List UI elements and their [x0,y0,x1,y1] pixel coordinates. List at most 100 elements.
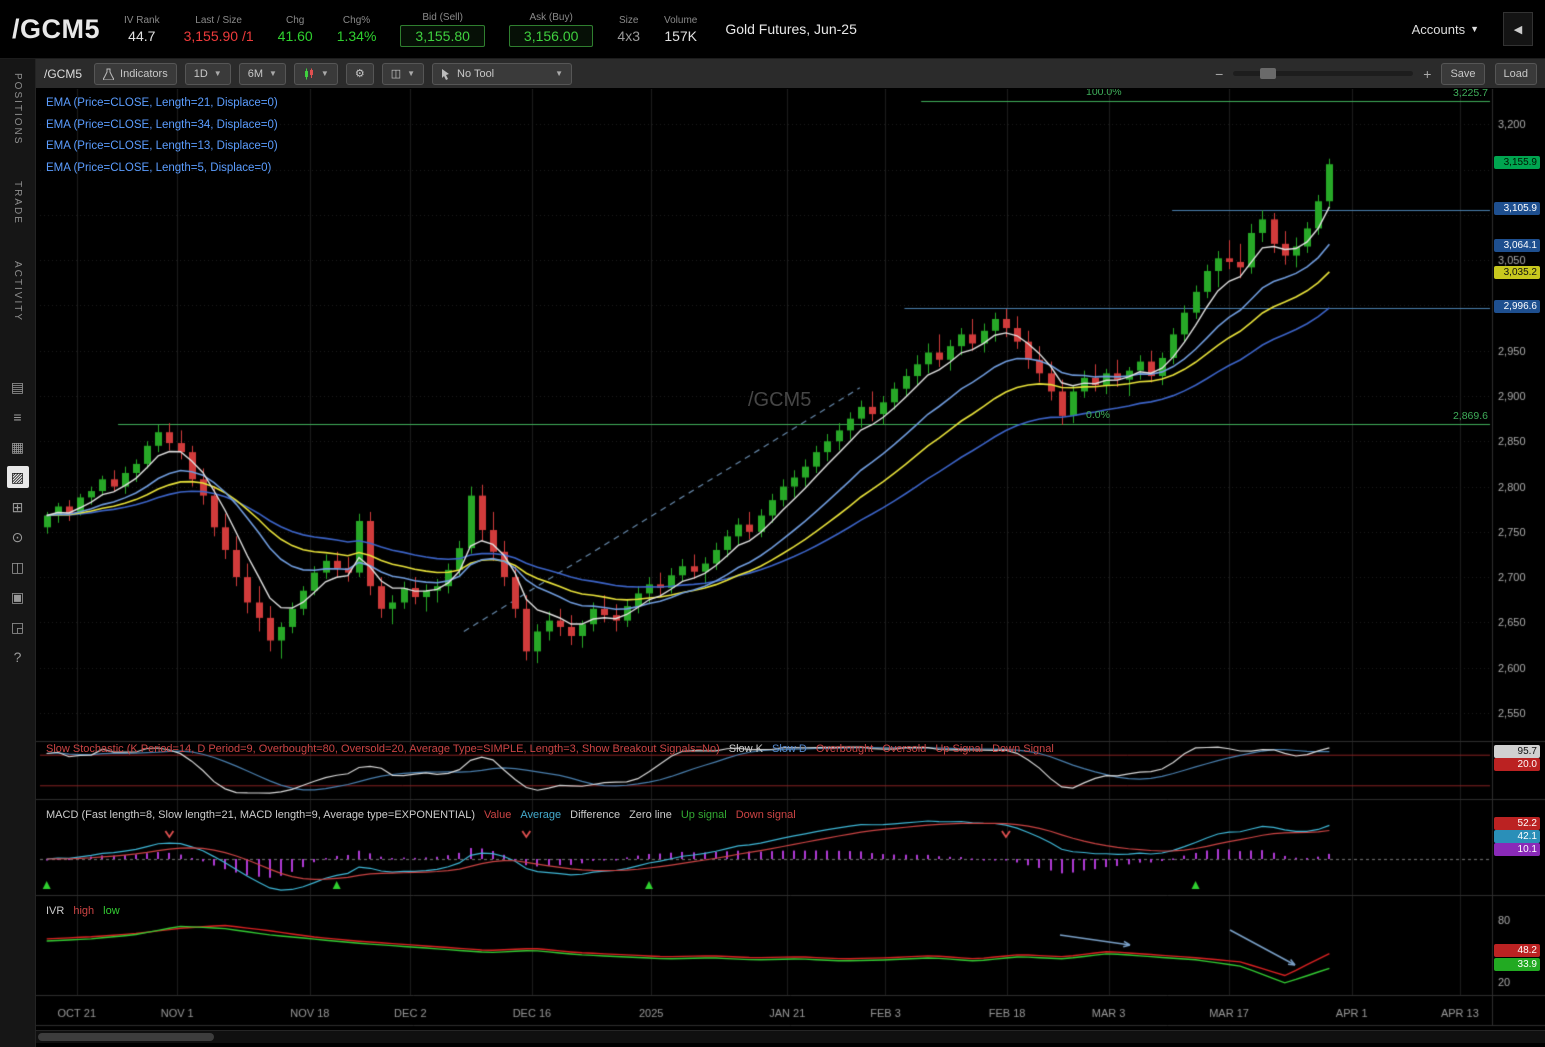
stoch-legend-slow-d[interactable]: Slow D [772,743,807,755]
iv-rank-field: IV Rank 44.7 [124,15,160,44]
size-field: Size 4x3 [617,15,640,44]
grid-layout-dropdown[interactable]: ◫ ▼ [382,63,424,85]
macd-legend-value[interactable]: Value [484,809,511,821]
price-badge: 3,155.9 [1494,156,1540,169]
stoch-legend-down-signal[interactable]: Down Signal [992,743,1054,755]
volume-field: Volume 157K [664,15,697,44]
macd-legend-difference[interactable]: Difference [570,809,620,821]
stoch-settings-label[interactable]: Slow Stochastic (K Period=14, D Period=9… [46,743,720,755]
change-field: Chg 41.60 [278,15,313,44]
beaker-icon [103,68,114,80]
price-badge: 3,105.9 [1494,202,1540,215]
zoom-out-button[interactable]: − [1215,66,1223,82]
gear-icon: ⚙ [355,67,365,80]
collapse-panel-button[interactable]: ◀ [1503,12,1533,46]
ema-5-label[interactable]: EMA (Price=CLOSE, Length=5, Displace=0) [46,158,278,180]
zoom-in-button[interactable]: + [1423,66,1431,82]
ivr-legend-high[interactable]: high [73,905,94,917]
ivr-value-badge: 33.9 [1494,958,1540,971]
macd-legend-up-signal[interactable]: Up signal [681,809,727,821]
sidebar-icon-group: ▤ ≡ ▦ ▨ ⊞ ⊙ ◫ ▣ ◲? [7,376,29,668]
sidebar-tab-positions[interactable]: POSITIONS [12,73,23,145]
zoom-slider[interactable] [1233,71,1413,76]
timeframe-dropdown[interactable]: 1D ▼ [185,63,231,85]
chart-settings-gear[interactable]: ⚙ [346,63,374,85]
grid-layout-icon: ◫ [391,67,401,80]
ask-buy-button[interactable]: Ask (Buy) 3,156.00 [509,12,594,47]
ema-21-label[interactable]: EMA (Price=CLOSE, Length=21, Displace=0) [46,93,278,115]
quotes-icon[interactable]: ▤ [7,376,29,398]
calendar-icon[interactable]: ▦ [7,436,29,458]
chevron-down-icon: ▼ [214,69,222,78]
load-button[interactable]: Load [1495,63,1537,85]
chevron-down-icon: ▼ [321,69,329,78]
macd-value-badge: 10.1 [1494,843,1540,856]
symbol-title: /GCM5 [12,14,100,45]
stoch-value-badge: 20.0 [1494,758,1540,771]
stoch-legend-slow-k[interactable]: Slow K [729,743,763,755]
stoch-legend-overbought[interactable]: Overbought [816,743,873,755]
price-badge: 3,064.1 [1494,239,1540,252]
chevron-down-icon: ▼ [1470,24,1479,34]
ema-13-label[interactable]: EMA (Price=CLOSE, Length=13, Displace=0) [46,136,278,158]
contract-description: Gold Futures, Jun-25 [725,21,857,37]
zoom-slider-handle[interactable] [1260,68,1276,79]
chart-icon[interactable]: ▨ [7,466,29,488]
range-dropdown[interactable]: 6M ▼ [239,63,286,85]
ivr-legend-low[interactable]: low [103,905,120,917]
list-icon[interactable]: ≡ [7,406,29,428]
macd-study-label: MACD (Fast length=8, Slow length=21, MAC… [46,809,805,821]
bid-sell-button[interactable]: Bid (Sell) 3,155.80 [400,12,485,47]
sidebar-tab-activity[interactable]: ACTIVITY [12,261,23,322]
stoch-legend-up-signal[interactable]: Up Signal [935,743,983,755]
fib-percent-label: 100.0% [1086,89,1122,98]
macd-settings-label[interactable]: MACD (Fast length=8, Slow length=21, MAC… [46,809,475,821]
scrollbar-handle[interactable] [38,1033,214,1041]
people-icon[interactable]: ◫ [7,556,29,578]
change-percent-field: Chg% 1.34% [337,15,377,44]
chevron-down-icon: ▼ [407,69,415,78]
macd-legend-down-signal[interactable]: Down signal [736,809,796,821]
help-icon[interactable]: ? [7,646,29,668]
ivr-study-label: IVR highlow [46,905,129,917]
chart-toolbar: /GCM5 Indicators 1D ▼ 6M ▼ [36,59,1545,89]
price-badge: 2,996.6 [1494,300,1540,313]
stoch-value-badge: 95.7 [1494,745,1540,758]
ivr-settings-label[interactable]: IVR [46,905,64,917]
grid-icon[interactable]: ⊞ [7,496,29,518]
drawing-tool-dropdown[interactable]: No Tool ▼ [432,63,572,85]
symbol-watermark: /GCM5 [748,389,811,412]
toolbar-symbol-label: /GCM5 [44,67,82,81]
chart-scrollbar[interactable] [36,1030,1545,1043]
monitor-icon[interactable]: ◲ [7,616,29,638]
sidebar-tab-trade[interactable]: TRADE [12,181,23,225]
fib-percent-label: 0.0% [1086,409,1110,421]
indicators-button[interactable]: Indicators [94,63,177,85]
ema-34-label[interactable]: EMA (Price=CLOSE, Length=34, Displace=0) [46,115,278,137]
macd-legend-zero-line[interactable]: Zero line [629,809,672,821]
ivr-value-badge: 48.2 [1494,944,1540,957]
symbol-header: /GCM5 IV Rank 44.7 Last / Size 3,155.90 … [0,0,1545,59]
thinkorswim-app: /GCM5 IV Rank 44.7 Last / Size 3,155.90 … [0,0,1545,1047]
package-icon[interactable]: ▣ [7,586,29,608]
stochastic-study-label: Slow Stochastic (K Period=14, D Period=9… [46,743,1063,755]
candlestick-icon [303,68,315,80]
chevron-down-icon: ▼ [555,69,563,78]
clock-icon[interactable]: ⊙ [7,526,29,548]
last-size-field: Last / Size 3,155.90 /1 [184,15,254,44]
macd-legend-average[interactable]: Average [520,809,561,821]
price-badge: 3,035.2 [1494,266,1540,279]
fib-value-label: 2,869.6 [1434,410,1488,422]
left-gadget-sidebar: POSITIONS TRADE ACTIVITY ▤ ≡ ▦ ▨ ⊞ ⊙ ◫ ▣ ◲? [0,59,36,1047]
cursor-icon [441,68,451,80]
save-button[interactable]: Save [1441,63,1484,85]
study-labels: EMA (Price=CLOSE, Length=21, Displace=0)… [46,93,278,179]
chart-canvas[interactable] [36,89,1545,1047]
chart-area: EMA (Price=CLOSE, Length=21, Displace=0)… [36,89,1545,1047]
chevron-left-icon: ◀ [1514,23,1522,36]
chart-style-dropdown[interactable]: ▼ [294,63,338,85]
macd-value-badge: 42.1 [1494,830,1540,843]
macd-value-badge: 52.2 [1494,817,1540,830]
accounts-menu[interactable]: Accounts ▼ [1412,22,1479,37]
stoch-legend-oversold[interactable]: Oversold [882,743,926,755]
